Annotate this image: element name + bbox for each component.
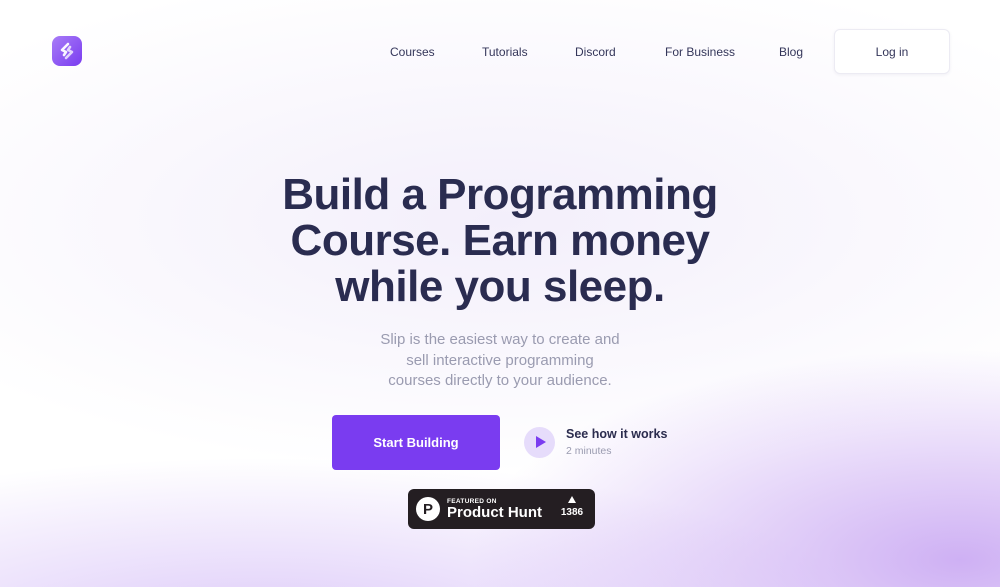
see-how-it-works-link[interactable]: See how it works 2 minutes [524,425,667,459]
play-icon [535,436,546,448]
hero-headline: Build a Programming Course. Earn money w… [200,172,800,310]
slip-logo-icon [60,42,74,60]
product-hunt-badge[interactable]: P FEATURED ON Product Hunt 1386 [408,489,595,529]
video-duration: 2 minutes [566,445,612,457]
slip-logo[interactable] [52,36,82,66]
upvote-counter: 1386 [559,496,585,518]
subtext-line: Slip is the easiest way to create and [380,331,620,348]
start-building-button[interactable]: Start Building [332,415,500,470]
nav-link-discord[interactable]: Discord [575,45,616,59]
upvote-arrow-icon [568,496,576,503]
product-hunt-icon: P [416,497,440,521]
upvote-count: 1386 [560,507,584,518]
product-hunt-name: Product Hunt [447,503,542,521]
video-title: See how it works [566,427,668,441]
nav-link-blog[interactable]: Blog [779,45,803,59]
subtext-line: sell interactive programming [406,351,594,369]
nav-link-courses[interactable]: Courses [390,45,435,59]
headline-line: Build a Programming [282,170,718,219]
hero-subtext: Slip is the easiest way to create and se… [350,330,650,392]
headline-line: Course. Earn money [290,216,710,265]
subtext-line: courses directly to your audience. [388,372,612,389]
nav-link-for-business[interactable]: For Business [665,45,735,59]
top-nav: Courses Tutorials Discord For Business B… [0,0,1000,100]
nav-link-tutorials[interactable]: Tutorials [482,45,528,59]
play-button[interactable] [524,426,555,458]
login-button[interactable]: Log in [834,29,950,74]
product-hunt-text: FEATURED ON Product Hunt [447,498,542,521]
video-info: See how it works 2 minutes [566,427,667,457]
headline-line: while you sleep. [335,262,665,311]
